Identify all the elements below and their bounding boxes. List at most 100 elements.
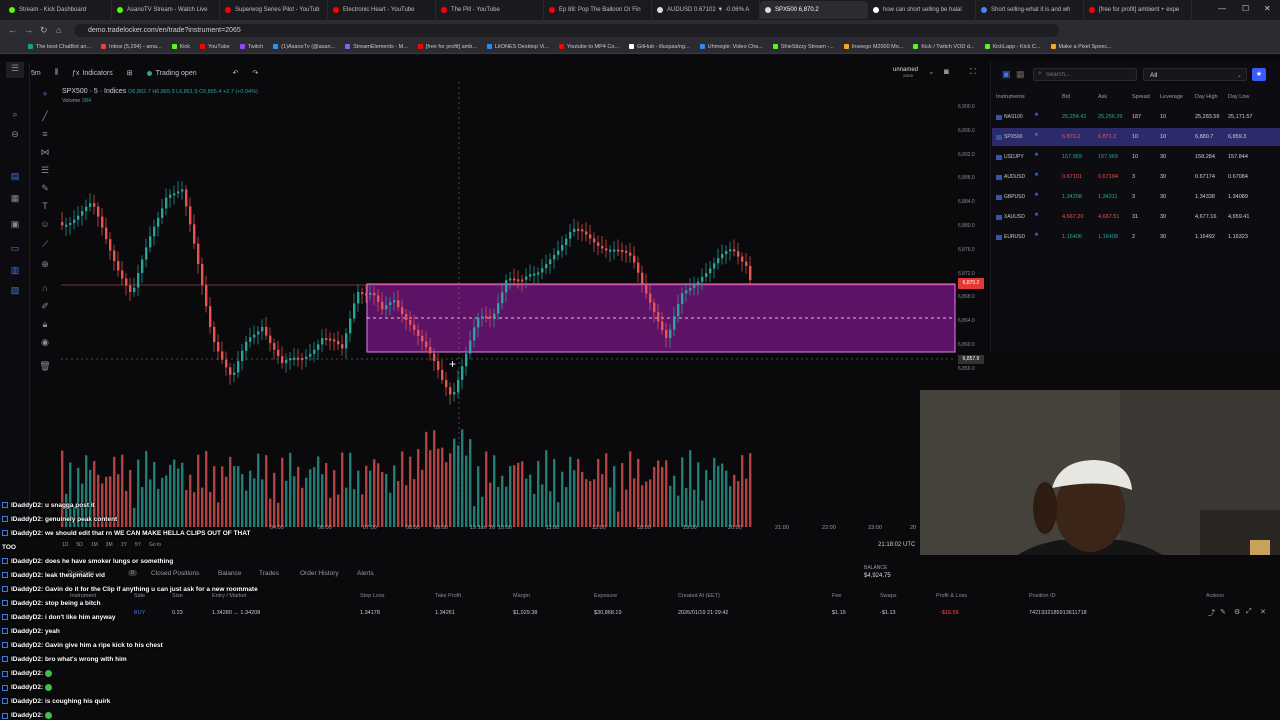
fullscreen-icon[interactable]: ⛶ xyxy=(970,67,976,77)
instrument-column-header[interactable]: Instruments xyxy=(996,94,1025,100)
favorite-star-icon[interactable]: ★ xyxy=(1034,212,1039,218)
layers-icon[interactable]: ▤ xyxy=(8,170,22,182)
instrument-row[interactable]: NAS100 25,254.42 25,256.29 187 10 25,283.59 25… xyxy=(992,108,1280,126)
maximize-icon[interactable]: ☐ xyxy=(1242,4,1249,13)
object-icon[interactable]: ▣ xyxy=(8,218,22,230)
instrument-row[interactable]: SPX500 6,870.2 6,871.2 10 10 6,880.7 6,859.3 ★ xyxy=(992,128,1280,146)
browser-tab[interactable]: The Pill - YouTube xyxy=(436,1,544,19)
positions-column-header[interactable]: Swaps xyxy=(880,593,897,599)
bookmark-item[interactable]: Uhmegle: Video Cha... xyxy=(699,44,763,50)
trading-open-button[interactable]: Trading open xyxy=(146,70,197,77)
chart-type-icon[interactable]: ⫼ xyxy=(55,69,58,77)
instrument-row[interactable]: EURUSD 1.16406 1.16408 2 30 1.16492 1.16323 ★ xyxy=(992,228,1280,246)
chart-icon[interactable]: ▥ xyxy=(8,264,22,276)
instrument-column-header[interactable]: Ask xyxy=(1098,94,1107,100)
watchlist-icon[interactable]: ▣ xyxy=(1002,69,1011,80)
browser-tab[interactable]: [free for profit] ambient + expe xyxy=(1084,1,1192,19)
bookmark-item[interactable]: Twitch xyxy=(239,44,263,50)
positions-column-header[interactable]: Margin xyxy=(513,593,530,599)
bookmark-item[interactable]: GitHub - illuspas/ng... xyxy=(629,44,690,50)
tab-alerts[interactable]: Alerts xyxy=(357,570,374,577)
price-chart[interactable]: + xyxy=(31,82,989,532)
instrument-column-header[interactable]: Day Low xyxy=(1228,94,1249,100)
instrument-search[interactable]: ⌕ xyxy=(1033,68,1137,81)
search-input[interactable] xyxy=(1046,70,1134,80)
screen-icon[interactable]: ▭ xyxy=(8,242,22,254)
filter-select[interactable]: All ⌄ xyxy=(1143,68,1247,81)
close-position-icon[interactable]: ✕ xyxy=(1260,608,1266,616)
zoom-out-icon[interactable]: ⊖ xyxy=(8,128,22,140)
favorite-star-icon[interactable]: ★ xyxy=(1034,172,1039,178)
bookmark-item[interactable]: LitONES Desktop Vi... xyxy=(486,44,549,50)
instrument-row[interactable]: USDJPY 157.959 157.969 10 30 158.284 157.844 ★ xyxy=(992,148,1280,166)
timeframe-select[interactable]: 5m xyxy=(31,70,41,77)
favorite-star-icon[interactable]: ★ xyxy=(1034,132,1039,138)
zoom-icon[interactable]: ⌕ xyxy=(8,108,22,120)
layout-name[interactable]: unnamed Save xyxy=(893,67,918,79)
bookmark-item[interactable]: The best ChatBot an... xyxy=(28,44,91,50)
templates-icon[interactable]: ⊞ xyxy=(127,69,133,77)
grid-view-icon[interactable]: ▦ xyxy=(1016,69,1025,80)
menu-icon[interactable]: ☰ xyxy=(6,62,24,78)
instrument-row[interactable]: XAUUSD 4,667.20 4,667.51 31 30 4,677.16 4,659.… xyxy=(992,208,1280,226)
forward-icon[interactable]: → xyxy=(24,25,33,35)
layout-menu-icon[interactable]: ⌄ xyxy=(928,67,935,76)
bookmark-item[interactable]: YouTube xyxy=(200,44,230,50)
favorite-star-icon[interactable]: ★ xyxy=(1034,232,1039,238)
indicators-button[interactable]: ƒx Indicators xyxy=(72,70,113,77)
positions-column-header[interactable]: Position ID xyxy=(1029,593,1056,599)
instrument-column-header[interactable]: Leverage xyxy=(1160,94,1183,100)
reload-icon[interactable]: ↻ xyxy=(40,25,48,36)
browser-tab[interactable]: Stream - Kick Dashboard xyxy=(4,1,112,19)
instrument-column-header[interactable]: Bid xyxy=(1062,94,1070,100)
edit-icon[interactable]: ✎ xyxy=(1220,608,1226,616)
instrument-column-header[interactable]: Day High xyxy=(1195,94,1218,100)
positions-column-header[interactable]: Actions xyxy=(1206,593,1224,599)
expand-icon[interactable]: ⤢ xyxy=(1246,608,1252,616)
favorite-star-icon[interactable]: ★ xyxy=(1034,152,1039,158)
close-icon[interactable]: ✕ xyxy=(1264,4,1271,13)
bookmark-item[interactable]: [free for profit] amb... xyxy=(417,44,477,50)
browser-tab[interactable]: AsanoTV Stream - Watch Live xyxy=(112,1,220,19)
undo-icon[interactable]: ↶ xyxy=(233,69,239,77)
back-icon[interactable]: ← xyxy=(8,25,17,35)
bookmark-item[interactable]: StreamElements - M... xyxy=(345,44,408,50)
browser-tab[interactable]: Ep 88: Pop The Balloon Or Fin xyxy=(544,1,652,19)
positions-column-header[interactable]: Fee xyxy=(832,593,841,599)
share-icon[interactable]: ⤴ xyxy=(1208,608,1215,618)
bookmark-item[interactable]: KickLapp - Kick C... xyxy=(984,44,1041,50)
browser-tab[interactable]: how can short selling be halal xyxy=(868,1,976,19)
favorite-star-icon[interactable]: ★ xyxy=(1034,112,1039,118)
bookmark-item[interactable]: Kick xyxy=(171,44,190,50)
bookmark-item[interactable]: Youtube to MP4 Co... xyxy=(558,44,619,50)
list-icon[interactable]: ▦ xyxy=(8,192,22,204)
positions-column-header[interactable]: Created At (EET) xyxy=(678,593,720,599)
browser-tab[interactable]: Superwog Series Pilot - YouTub xyxy=(220,1,328,19)
redo-icon[interactable]: ↷ xyxy=(252,69,258,77)
positions-column-header[interactable]: Profit & Loss xyxy=(936,593,967,599)
positions-column-header[interactable]: Stop Loss xyxy=(360,593,384,599)
bookmark-item[interactable]: Inseego M2000 Mo... xyxy=(843,44,903,50)
home-icon[interactable]: ⌂ xyxy=(56,25,61,35)
browser-tab[interactable]: Short selling-what it is and wh xyxy=(976,1,1084,19)
positions-column-header[interactable]: Exposure xyxy=(594,593,617,599)
browser-tab[interactable]: AUDUSD 0.67102 ▼ -0.06% A xyxy=(652,1,760,19)
positions-column-header[interactable]: Take Profit xyxy=(435,593,461,599)
bookmark-item[interactable]: ShieStizzy Stream -... xyxy=(772,44,834,50)
minimize-icon[interactable]: — xyxy=(1218,4,1226,13)
bookmark-item[interactable]: Kick / Twitch VOD d... xyxy=(913,44,975,50)
favorites-star-icon[interactable]: ★ xyxy=(1252,68,1266,81)
browser-tab[interactable]: SPX500 6,870.2 xyxy=(760,1,868,19)
favorite-star-icon[interactable]: ★ xyxy=(1034,192,1039,198)
url-field[interactable]: demo.tradelocker.com/en/trade?instrument… xyxy=(74,24,1059,37)
bookmark-item[interactable]: Inbox (5,294) - ama... xyxy=(101,44,162,50)
settings-icon[interactable]: ⚙ xyxy=(1234,608,1240,616)
panel-icon[interactable]: ▧ xyxy=(8,284,22,296)
screenshot-icon[interactable]: ◙ xyxy=(944,67,949,76)
instrument-row[interactable]: GBPUSD 1.34208 1.34211 3 30 1.34338 1.34089 ★ xyxy=(992,188,1280,206)
instrument-column-header[interactable]: Spread xyxy=(1132,94,1150,100)
bookmark-item[interactable]: Make a Pixel Speec... xyxy=(1050,44,1112,50)
bookmark-item[interactable]: (1)AsanoTv (@asan... xyxy=(273,44,335,50)
instrument-row[interactable]: AUDUSD 0.67101 0.67104 3 30 0.67174 0.67084 ★ xyxy=(992,168,1280,186)
browser-tab[interactable]: Electronic Heart - YouTube xyxy=(328,1,436,19)
